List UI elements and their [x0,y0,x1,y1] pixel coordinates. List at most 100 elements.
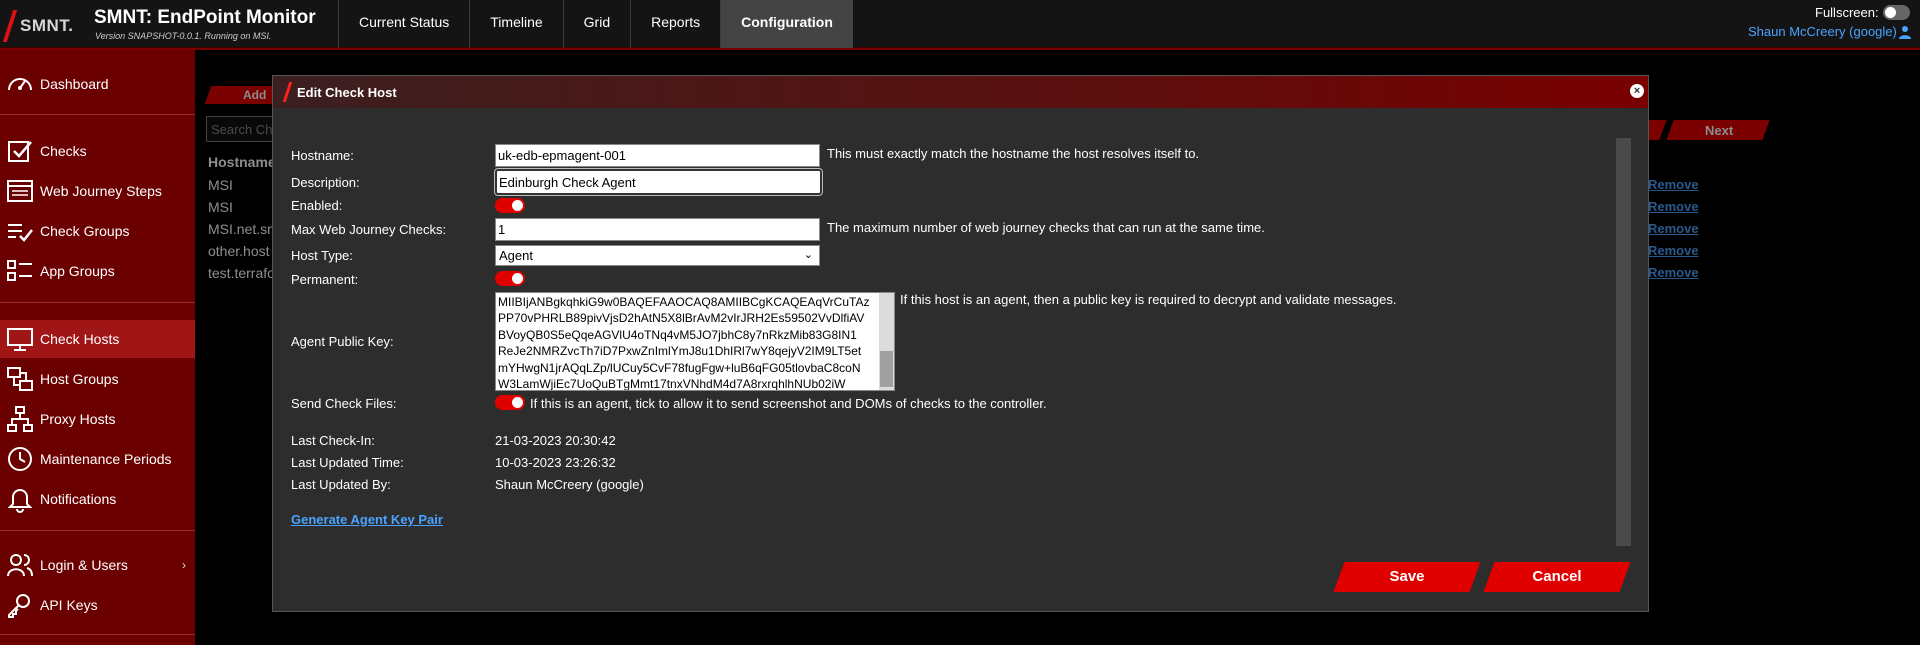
hostname-hint: This must exactly match the hostname the… [827,146,1200,161]
sidebar-item-label: Maintenance Periods [40,451,172,467]
host-type-select[interactable]: Agent ⌄ [495,245,820,266]
last-updated-by-label: Last Updated By: [291,477,391,492]
monitor-icon [7,328,33,351]
generate-key-pair-link[interactable]: Generate Agent Key Pair [291,512,443,527]
sidebar-item-maintenance-periods[interactable]: Maintenance Periods [0,440,195,478]
sidebar-item-label: Notifications [40,491,117,507]
sidebar-item-label: Check Groups [40,223,130,239]
sidebar-divider [0,530,195,531]
key-line: MIIBIjANBgkqhkiG9w0BAQEFAAOCAQ8AMIIBCgKC… [498,295,870,309]
sidebar-divider [0,302,195,303]
chevron-down-icon: ⌄ [803,249,813,261]
sidebar-item-dashboard[interactable]: Dashboard [0,65,195,103]
permanent-toggle[interactable] [495,271,525,286]
max-web-journey-input[interactable] [495,218,820,241]
nav-timeline[interactable]: Timeline [469,0,562,48]
last-updated-time-value: 10-03-2023 23:26:32 [495,455,616,470]
nav-grid[interactable]: Grid [562,0,630,48]
dialog-scrollbar[interactable] [1616,138,1631,546]
last-updated-time-label: Last Updated Time: [291,455,404,470]
key-line: ReJe2NMRZvcTh7iD7PxwZnImlYmJ8u1DhIRl7wY8… [498,344,862,359]
send-check-files-label: Send Check Files: [291,396,397,411]
max-web-journey-hint: The maximum number of web journey checks… [827,220,1265,235]
bell-icon [7,489,33,513]
sidebar-item-app-groups[interactable]: App Groups [0,252,195,290]
cancel-button-label: Cancel [1532,568,1582,585]
chevron-right-icon: › [182,558,186,572]
host-type-label: Host Type: [291,248,353,263]
sidebar-item-check-groups[interactable]: Check Groups [0,212,195,250]
scrollbar-thumb[interactable] [880,351,893,387]
app-title: SMNT: EndPoint Monitor [94,7,316,28]
key-line: BVoyQB0S5eQqeAGVlU4oTNq4vM5JO7jbhC8y7nRk… [498,327,857,342]
send-check-files-toggle[interactable] [495,395,525,410]
toggle-knob [512,397,523,408]
sidebar-item-proxy-hosts[interactable]: Proxy Hosts [0,400,195,438]
fullscreen-label: Fullscreen: [1815,5,1879,20]
sidebar-item-label: API Keys [40,597,98,613]
sidebar: Dashboard Checks Web Journey Steps Check… [0,50,195,645]
host-groups-icon [7,367,33,391]
enabled-label: Enabled: [291,198,343,213]
sidebar-item-label: Host Groups [40,371,119,387]
toggle-knob [1885,7,1896,18]
sidebar-item-web-journey-steps[interactable]: Web Journey Steps [0,172,195,210]
description-input[interactable] [494,168,823,196]
sidebar-item-checks[interactable]: Checks [0,132,195,170]
send-check-files-hint: If this is an agent, tick to allow it to… [530,396,1047,411]
close-icon[interactable]: × [1630,84,1644,98]
sidebar-item-label: Dashboard [40,76,109,92]
web-journey-icon [7,180,33,202]
cancel-button[interactable]: Cancel [1483,562,1631,592]
save-button-label: Save [1389,568,1425,585]
app-logo[interactable]: SMNT. [2,8,82,42]
sidebar-item-host-groups[interactable]: Host Groups [0,360,195,398]
dialog-title: Edit Check Host [297,85,397,100]
nav-current-status[interactable]: Current Status [338,0,469,48]
sidebar-item-label: Login & Users [40,557,128,573]
enabled-toggle[interactable] [495,198,525,213]
hostname-label: Hostname: [291,148,354,163]
sidebar-item-label: App Groups [40,263,115,279]
check-groups-icon [8,224,33,242]
host-type-value: Agent [499,248,533,263]
user-link[interactable]: Shaun McCreery (google) [1748,24,1897,39]
user-icon[interactable] [1898,25,1912,39]
network-icon [7,406,33,432]
sidebar-item-login-users[interactable]: Login & Users › [0,546,195,584]
nav-configuration[interactable]: Configuration [720,0,853,48]
checks-icon [8,141,32,162]
sidebar-item-notifications[interactable]: Notifications [0,480,195,518]
sidebar-item-label: Checks [40,143,87,159]
clock-icon [8,447,32,471]
main-nav: Current Status Timeline Grid Reports Con… [338,0,853,48]
top-bar: SMNT. SMNT: EndPoint Monitor Version SNA… [0,0,1920,48]
sidebar-item-label: Proxy Hosts [40,411,116,427]
hostname-input[interactable] [495,144,820,167]
sidebar-divider [0,114,195,115]
last-checkin-value: 21-03-2023 20:30:42 [495,433,616,448]
app-version: Version SNAPSHOT-0.0.1. Running on MSI. [95,31,272,41]
dashboard-icon [8,78,32,91]
logo-slash [2,10,18,42]
last-checkin-label: Last Check-In: [291,433,375,448]
toggle-knob [512,200,523,211]
key-line: W3LamWjiEc7UoQuBTgMmt17tnxVNhdM4d7A8rxrq… [498,377,846,391]
max-web-journey-label: Max Web Journey Checks: [291,222,447,237]
nav-reports[interactable]: Reports [630,0,720,48]
key-line: mYHwgN1jrAQqLZp/lUCuy5CvF78fugFgw+luB6qF… [498,360,861,375]
app-groups-icon [7,260,32,281]
header-slash [282,82,293,102]
sidebar-divider [0,634,195,635]
save-button[interactable]: Save [1333,562,1481,592]
public-key-textarea[interactable]: MIIBIjANBgkqhkiG9w0BAQEFAAOCAQ8AMIIBCgKC… [495,292,895,391]
description-label: Description: [291,175,360,190]
public-key-scrollbar[interactable] [879,293,894,390]
users-icon [7,554,33,577]
toggle-knob [512,273,523,284]
sidebar-item-api-keys[interactable]: API Keys [0,586,195,624]
fullscreen-toggle[interactable] [1883,5,1910,20]
sidebar-item-check-hosts[interactable]: Check Hosts [0,320,195,358]
key-line: PP70vPHRLB89pivVjsD2hAtN5X8lBrAvM2vIrJRH… [498,311,865,326]
last-updated-by-value: Shaun McCreery (google) [495,477,644,492]
